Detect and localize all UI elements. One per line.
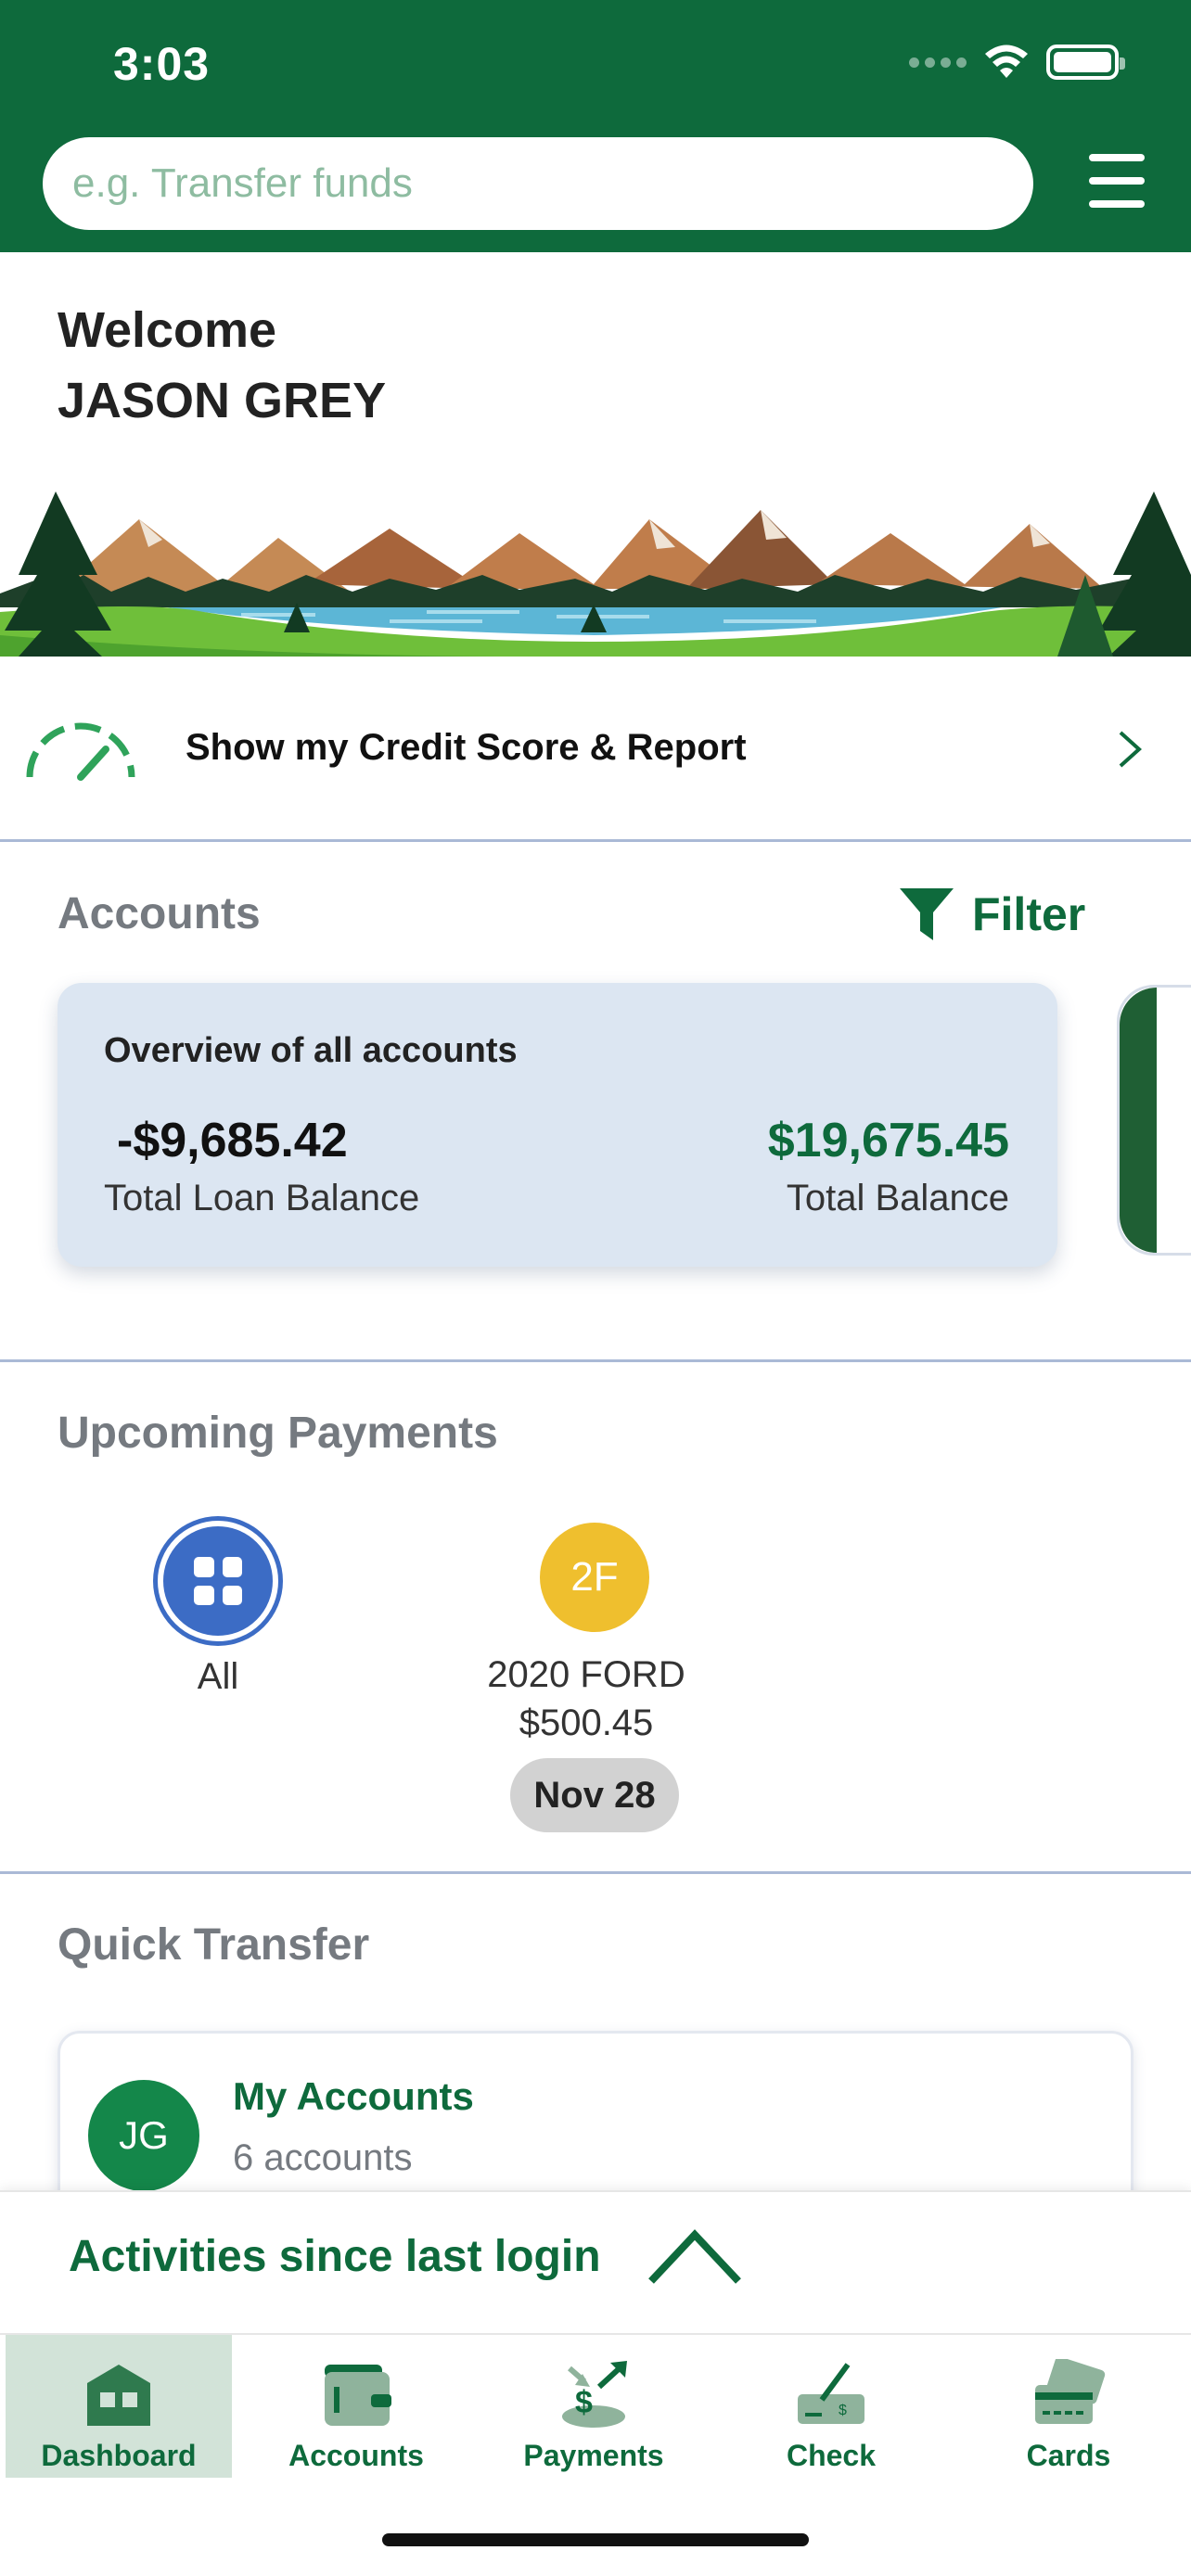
next-account-card-peek[interactable]: [1117, 985, 1191, 1256]
filter-funnel-icon: [900, 888, 954, 940]
speedometer-icon: [26, 722, 135, 781]
tab-accounts[interactable]: Accounts: [243, 2335, 469, 2478]
payments-all-button[interactable]: [158, 1521, 278, 1641]
welcome-message: Welcome JASON GREY: [58, 295, 386, 436]
wallet-icon: [325, 2365, 391, 2426]
avatar: JG: [88, 2080, 199, 2191]
section-divider: [0, 1359, 1191, 1362]
payments-icon: $: [562, 2361, 627, 2428]
quick-transfer-title: Quick Transfer: [58, 1920, 370, 1970]
user-name: JASON GREY: [58, 373, 387, 428]
tab-label: Payments: [523, 2439, 664, 2472]
payment-item-avatar[interactable]: 2F: [540, 1523, 649, 1632]
status-icons: [909, 45, 1125, 80]
home-indicator[interactable]: [382, 2533, 809, 2546]
payments-all-label: All: [197, 1656, 239, 1697]
grid-icon: [194, 1557, 242, 1605]
hamburger-menu-button[interactable]: [1089, 154, 1145, 208]
check-deposit-icon: $: [798, 2363, 864, 2424]
accounts-section-title: Accounts: [58, 889, 261, 938]
tab-label: Cards: [1026, 2439, 1111, 2472]
status-time: 3:03: [113, 38, 211, 90]
tab-label: Dashboard: [41, 2439, 197, 2472]
svg-text:$: $: [839, 2403, 847, 2418]
quick-transfer-card-title: My Accounts: [233, 2074, 474, 2118]
tab-check[interactable]: $ Check: [718, 2335, 944, 2478]
overview-title: Overview of all accounts: [104, 1031, 518, 1070]
tab-payments[interactable]: $ Payments: [480, 2335, 707, 2478]
accounts-overview-card[interactable]: Overview of all accounts -$9,685.42 Tota…: [58, 983, 1057, 1267]
tab-label: Check: [786, 2439, 877, 2472]
dashboard-icon: [87, 2365, 150, 2426]
tab-dashboard[interactable]: Dashboard: [6, 2335, 232, 2478]
section-divider: [0, 1871, 1191, 1874]
search-input[interactable]: [43, 137, 1033, 230]
filter-button[interactable]: Filter: [898, 886, 1085, 942]
total-balance-label: Total Balance: [786, 1178, 1009, 1218]
filter-label: Filter: [972, 888, 1086, 940]
total-loan-balance-value: -$9,685.42: [117, 1114, 348, 1167]
welcome-greeting: Welcome: [58, 302, 277, 358]
chevron-right-icon: [1119, 731, 1142, 768]
cellular-signal-icon: [909, 57, 967, 68]
payment-item-amount: $500.45: [519, 1702, 654, 1743]
top-header: 3:03: [0, 0, 1191, 252]
activities-label: Activities since last login: [69, 2232, 601, 2281]
total-loan-balance-label: Total Loan Balance: [104, 1178, 420, 1218]
battery-icon: [1046, 45, 1125, 80]
svg-text:$: $: [575, 2385, 593, 2420]
payment-due-date-badge: Nov 28: [510, 1758, 679, 1832]
menu-line-icon: [1089, 200, 1145, 208]
tab-cards[interactable]: Cards: [955, 2335, 1182, 2478]
credit-score-label: Show my Credit Score & Report: [186, 727, 747, 768]
payment-item-name: 2020 FORD: [487, 1654, 685, 1695]
menu-line-icon: [1089, 154, 1145, 161]
wifi-icon: [985, 45, 1028, 78]
mountain-lake-banner-illustration: [0, 482, 1191, 657]
total-balance-value: $19,675.45: [767, 1114, 1009, 1167]
upcoming-payments-title: Upcoming Payments: [58, 1409, 498, 1458]
activities-since-last-login-button[interactable]: Activities since last login: [0, 2190, 1191, 2333]
menu-line-icon: [1089, 177, 1145, 185]
quick-transfer-card-subtitle: 6 accounts: [233, 2137, 413, 2178]
chevron-up-icon: [648, 2229, 741, 2284]
credit-score-row[interactable]: Show my Credit Score & Report: [0, 657, 1191, 842]
tab-label: Accounts: [288, 2439, 424, 2472]
cards-icon: [1035, 2359, 1106, 2424]
